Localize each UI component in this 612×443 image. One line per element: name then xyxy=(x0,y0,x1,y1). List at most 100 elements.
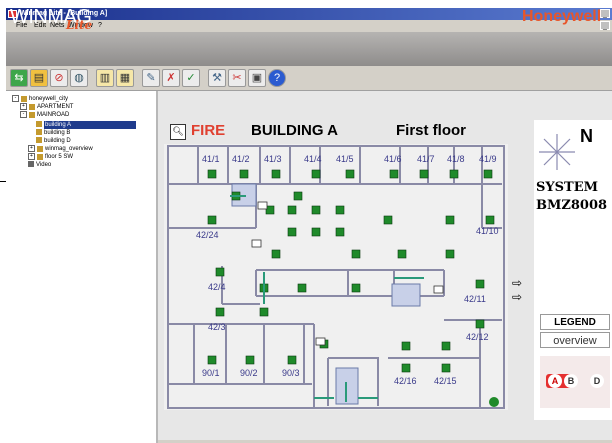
room-label: 42/11 xyxy=(464,294,486,304)
overview-marker-d[interactable]: D xyxy=(590,374,604,388)
detector-icon[interactable] xyxy=(401,363,411,373)
overview-button[interactable]: overview xyxy=(540,332,610,348)
detector-icon[interactable] xyxy=(271,169,281,179)
tree-item-mainroad[interactable]: - MAINROAD xyxy=(20,111,69,119)
call-point-icon[interactable] xyxy=(251,239,262,248)
tree-toggle[interactable]: - xyxy=(12,95,19,102)
detector-icon[interactable] xyxy=(389,169,399,179)
city-icon xyxy=(21,95,27,102)
network-icon[interactable]: ⇆ xyxy=(10,69,28,87)
detector-icon[interactable] xyxy=(259,307,269,317)
detector-icon[interactable] xyxy=(475,279,485,289)
room-label: 42/15 xyxy=(434,376,457,386)
cross-marker-icon[interactable]: ✗ xyxy=(162,69,180,87)
tree-item-winmag-overview[interactable]: + winmag_overview xyxy=(28,145,93,153)
detector-icon[interactable] xyxy=(311,205,321,215)
detector-icon[interactable] xyxy=(245,355,255,365)
call-point-icon[interactable] xyxy=(433,285,444,294)
menu-help[interactable]: ? xyxy=(98,20,102,32)
detector-icon[interactable] xyxy=(239,169,249,179)
tree-item-apartment[interactable]: + APARTMENT xyxy=(20,103,73,111)
panel2-icon[interactable]: ▦ xyxy=(116,69,134,87)
building-icon xyxy=(36,137,42,144)
tree-item-video[interactable]: Video xyxy=(28,161,51,169)
folder-icon xyxy=(29,111,35,118)
image-icon[interactable]: ▣ xyxy=(248,69,266,87)
help-icon[interactable]: ? xyxy=(268,69,286,87)
tree-toggle[interactable]: - xyxy=(20,111,27,118)
detector-icon[interactable] xyxy=(311,227,321,237)
window-controls-button[interactable]: _ xyxy=(600,21,610,30)
tree-toggle[interactable]: + xyxy=(28,145,35,152)
call-point-icon[interactable] xyxy=(257,201,268,210)
detector-icon[interactable] xyxy=(401,341,411,351)
detector-icon[interactable] xyxy=(215,267,225,277)
detector-icon[interactable] xyxy=(287,355,297,365)
room-label: 90/1 xyxy=(202,368,220,378)
detector-icon[interactable] xyxy=(419,169,429,179)
building-name: BUILDING A xyxy=(251,122,338,139)
detector-icon[interactable] xyxy=(449,169,459,179)
detector-icon[interactable] xyxy=(351,249,361,259)
detector-icon[interactable] xyxy=(207,215,217,225)
status-indicator xyxy=(489,397,499,407)
check-mark-icon[interactable]: ✓ xyxy=(182,69,200,87)
room-label: 41/7 xyxy=(417,154,435,164)
room-label: 42/24 xyxy=(196,230,219,240)
tree-item-floor-5-sw[interactable]: + floor 5 SW xyxy=(28,153,73,161)
globe-icon[interactable]: ◍ xyxy=(70,69,88,87)
detector-icon[interactable] xyxy=(207,169,217,179)
detector-icon[interactable] xyxy=(397,249,407,259)
detector-icon[interactable] xyxy=(441,341,451,351)
mini-overview[interactable]: A B D xyxy=(540,356,610,408)
room-label: 41/1 xyxy=(202,154,220,164)
tools-icon[interactable]: ⚒ xyxy=(208,69,226,87)
detector-icon[interactable] xyxy=(445,215,455,225)
detector-icon[interactable] xyxy=(271,249,281,259)
detector-icon[interactable] xyxy=(335,205,345,215)
detector-icon[interactable] xyxy=(311,169,321,179)
overview-marker-b[interactable]: B xyxy=(564,374,578,388)
overview-marker-a[interactable]: A xyxy=(548,374,562,388)
tree-item-building-a[interactable]: building A xyxy=(36,121,136,129)
detector-icon[interactable] xyxy=(207,355,217,365)
call-point-icon[interactable] xyxy=(315,337,326,346)
detector-icon[interactable] xyxy=(483,169,493,179)
detector-icon[interactable] xyxy=(287,227,297,237)
detector-icon[interactable] xyxy=(287,205,297,215)
tree-item-building-d[interactable]: building D xyxy=(36,137,71,145)
detector-icon[interactable] xyxy=(485,215,495,225)
folder-icon xyxy=(29,103,35,110)
panel-icon[interactable]: ▥ xyxy=(96,69,114,87)
detector-icon[interactable] xyxy=(351,283,361,293)
floor-name: First floor xyxy=(396,122,466,139)
detector-icon[interactable] xyxy=(293,191,303,201)
minimize-button[interactable]: _ xyxy=(600,9,610,18)
tree-toggle[interactable]: + xyxy=(28,153,35,160)
no-entry-icon[interactable]: ⊘ xyxy=(50,69,68,87)
scroll-right-arrow-icon[interactable]: ⇨ xyxy=(512,276,522,290)
legend-button[interactable]: LEGEND xyxy=(540,314,610,330)
detector-icon[interactable] xyxy=(475,319,485,329)
pen-icon[interactable]: ✎ xyxy=(142,69,160,87)
tree-item-building-b[interactable]: building B xyxy=(36,129,70,137)
detector-icon[interactable] xyxy=(215,307,225,317)
detector-icon[interactable] xyxy=(345,169,355,179)
detector-icon[interactable] xyxy=(335,227,345,237)
detector-icon[interactable] xyxy=(441,363,451,373)
room-label: 41/10 xyxy=(476,226,499,236)
building-icon xyxy=(36,121,42,128)
detector-icon[interactable] xyxy=(445,249,455,259)
tree-toggle[interactable]: + xyxy=(20,103,27,110)
tree-item-honeywell-city[interactable]: - honeywell_city xyxy=(12,95,68,103)
zoom-icon[interactable]: 🔍︎ xyxy=(170,124,186,140)
sparkle-icon xyxy=(539,134,575,170)
detector-icon[interactable] xyxy=(297,283,307,293)
scissors-icon[interactable]: ✂ xyxy=(228,69,246,87)
system-model: BMZ8008 xyxy=(536,198,608,213)
detector-icon[interactable] xyxy=(383,215,393,225)
app-logo-sub: Lite xyxy=(66,18,93,32)
scroll-right-arrow-icon[interactable]: ⇨ xyxy=(512,290,522,304)
room-label: 41/3 xyxy=(264,154,282,164)
folder-icon[interactable]: ▤ xyxy=(30,69,48,87)
